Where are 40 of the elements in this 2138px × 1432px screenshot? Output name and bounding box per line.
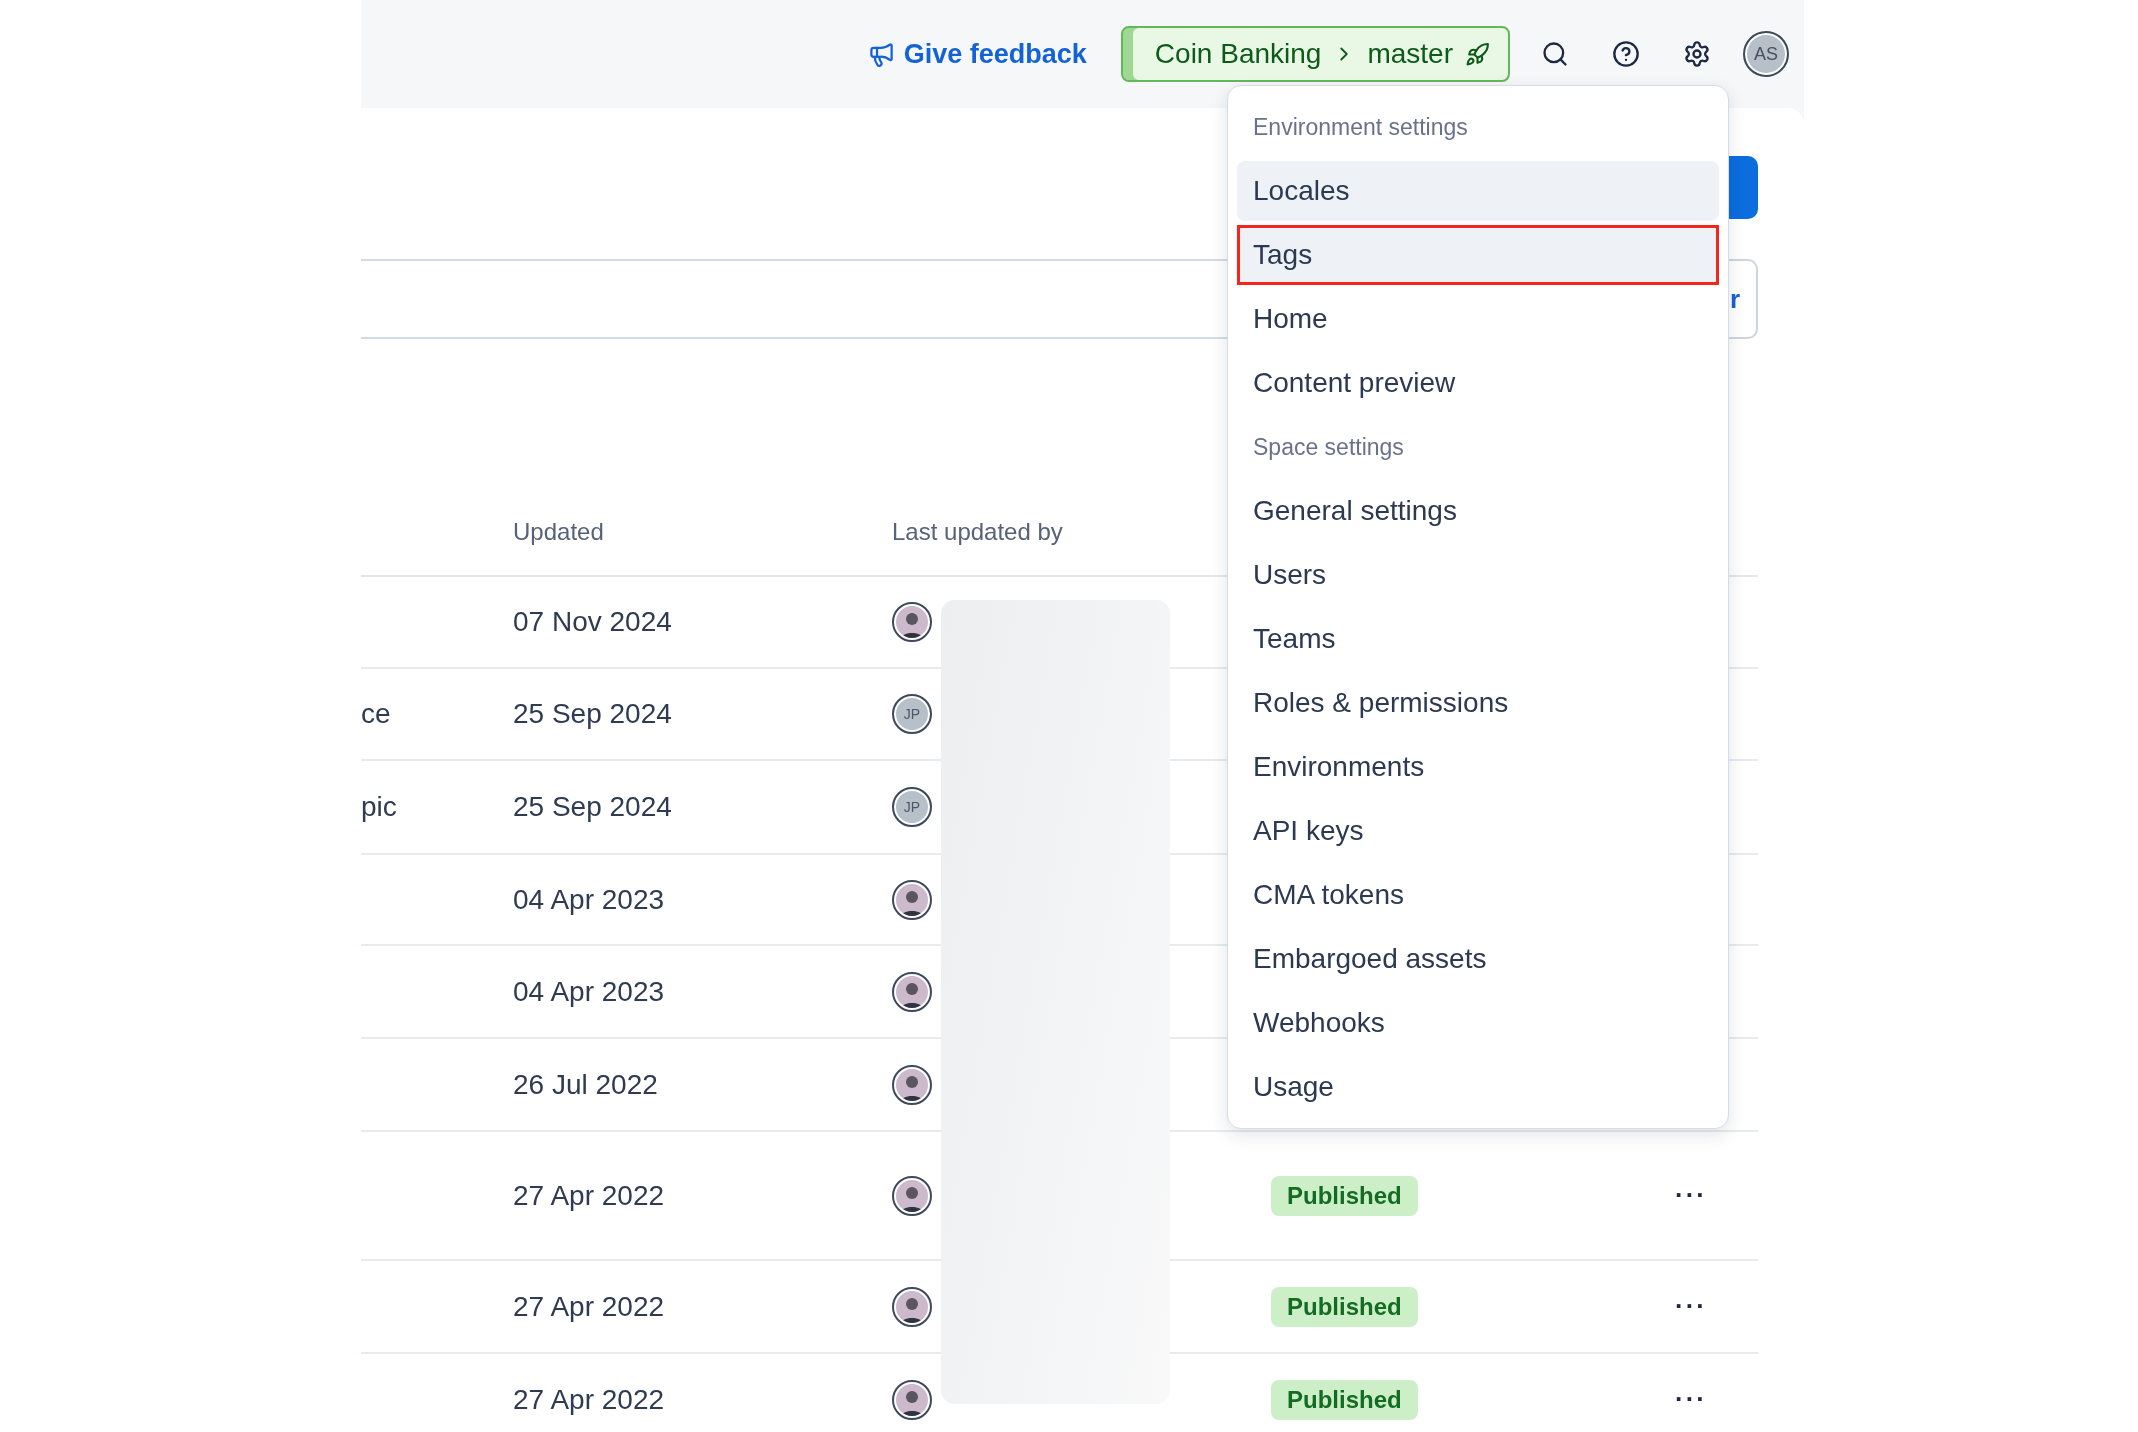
updated-date: 26 Jul 2022: [513, 1068, 658, 1101]
menu-item[interactable]: Locales: [1237, 161, 1719, 221]
updated-date: 27 Apr 2022: [513, 1290, 665, 1323]
search-icon: [1541, 40, 1569, 68]
avatar-icon: [892, 1286, 932, 1327]
entry-name: ce: [361, 698, 391, 730]
avatar-icon: [892, 1064, 932, 1105]
updated-date: 04 Apr 2023: [513, 975, 665, 1008]
status-badge: Published: [1271, 1379, 1418, 1420]
user-avatar[interactable]: AS: [1743, 31, 1789, 77]
user-avatar: JP: [892, 787, 932, 827]
updated-date: 25 Sep 2024: [513, 698, 672, 730]
avatar-icon: [892, 879, 932, 920]
column-header[interactable]: Updated: [513, 518, 604, 546]
avatar-icon: [892, 971, 932, 1012]
settings-icon: [1683, 40, 1711, 68]
user-avatar: JP: [892, 694, 932, 734]
more-actions-button[interactable]: ···: [1663, 1286, 1719, 1327]
menu-item[interactable]: Tags: [1237, 225, 1719, 285]
column-header[interactable]: Last updated by: [892, 518, 1063, 546]
entry-name: pic: [361, 791, 397, 823]
more-actions-button[interactable]: ···: [1663, 1379, 1719, 1420]
avatar-icon: [892, 602, 932, 642]
give-feedback-link[interactable]: Give feedback: [867, 38, 1087, 70]
status-badge: Published: [1271, 1175, 1418, 1216]
environment-switcher[interactable]: Coin Banking master: [1120, 26, 1510, 82]
rocket-icon: [1465, 41, 1490, 67]
megaphone-icon: [867, 40, 895, 68]
updated-date: 27 Apr 2022: [513, 1383, 665, 1416]
status-badge: Published: [1271, 1286, 1418, 1327]
updated-date: 27 Apr 2022: [513, 1179, 665, 1212]
help-icon: [1612, 40, 1640, 68]
updated-date: 25 Sep 2024: [513, 791, 672, 823]
avatar-icon: [892, 1175, 932, 1216]
menu-section-heading: Space settings: [1252, 432, 1405, 462]
avatar-icon: [892, 1379, 932, 1420]
more-actions-button[interactable]: ···: [1663, 1175, 1719, 1216]
updated-date: 07 Nov 2024: [513, 606, 672, 638]
updated-date: 04 Apr 2023: [513, 883, 665, 916]
menu-section-heading: Environment settings: [1252, 112, 1469, 142]
